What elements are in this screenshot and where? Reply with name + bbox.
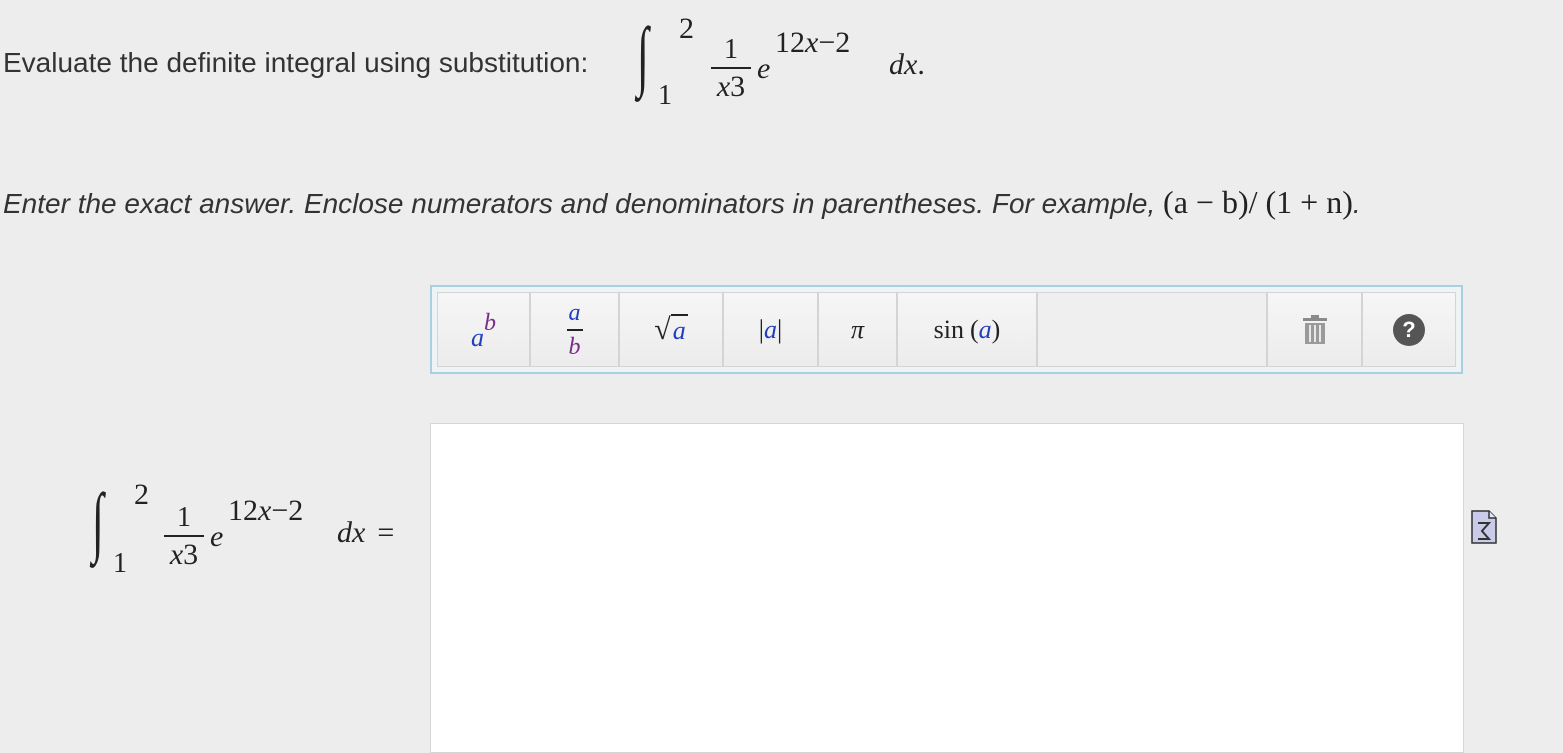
question-line: Evaluate the definite integral using sub…: [3, 11, 1003, 114]
power-exponent: b: [484, 310, 496, 336]
question-prompt: Evaluate the definite integral using sub…: [3, 47, 589, 78]
exp-power: 12x−2: [775, 26, 851, 59]
instruction-line: Enter the exact answer. Enclose numerato…: [3, 184, 1361, 221]
abs-arg: a: [764, 314, 777, 344]
fraction-button-bar: [566, 328, 583, 331]
integrand-fraction: 1 x3: [711, 36, 751, 102]
trash-icon: [1302, 314, 1327, 344]
equation-editor-icon[interactable]: [1471, 510, 1497, 544]
answer-fraction-num: 1: [177, 502, 191, 533]
pi-button[interactable]: π: [818, 292, 897, 367]
instruction-end: .: [1352, 188, 1361, 219]
sin-label: sin: [933, 314, 964, 344]
answer-integral-sign: ∫: [92, 477, 104, 564]
instruction-text: Enter the exact answer. Enclose numerato…: [3, 188, 1156, 219]
toolbar-buttons: ab a b √ a | a | π sin(a) ?: [437, 292, 1456, 367]
sqrt-button[interactable]: √ a: [619, 292, 723, 367]
fraction-numerator: 1: [724, 34, 738, 65]
sin-button[interactable]: sin(a): [897, 292, 1037, 367]
answer-fraction: 1 x3: [164, 504, 204, 570]
fraction-bar: [711, 67, 751, 69]
answer-input[interactable]: [430, 423, 1464, 753]
answer-integral-lower: 1: [113, 548, 127, 579]
answer-exp-power: 12x−2: [228, 494, 304, 527]
integral-lower-limit: 1: [658, 80, 672, 111]
toolbar-spacer: [1037, 292, 1267, 367]
answer-integral-upper: 2: [134, 478, 149, 511]
instruction-example: (a − b)/ (1 + n): [1163, 184, 1353, 220]
fraction-denominator-power: 3: [730, 70, 746, 103]
fraction-button[interactable]: a b: [530, 292, 619, 367]
power-base: a: [471, 322, 484, 352]
fraction-denominator-var: x: [716, 70, 731, 103]
integral-upper-limit: 2: [679, 12, 694, 45]
sqrt-icon: √: [654, 312, 671, 346]
help-icon: ?: [1393, 313, 1425, 346]
fraction-button-num: a: [568, 299, 581, 326]
exp-base: e: [757, 52, 771, 85]
pi-icon: π: [850, 314, 865, 344]
help-button[interactable]: ?: [1362, 292, 1456, 367]
integral-sign: ∫: [637, 11, 649, 98]
fraction-button-den: b: [568, 333, 581, 360]
answer-differential: dx =: [337, 516, 395, 549]
differential: dx.: [889, 48, 925, 81]
answer-exp-base: e: [210, 520, 224, 553]
sqrt-arg: a: [670, 313, 688, 345]
power-button[interactable]: ab: [437, 292, 530, 367]
answer-integral-label: ∫ 2 1 1 x3 e 12x−2 dx =: [92, 477, 422, 590]
sin-arg: a: [978, 314, 992, 344]
math-toolbar: ab a b √ a | a | π sin(a) ?: [430, 285, 1463, 374]
abs-button[interactable]: | a |: [723, 292, 818, 367]
clear-button[interactable]: [1267, 292, 1362, 367]
